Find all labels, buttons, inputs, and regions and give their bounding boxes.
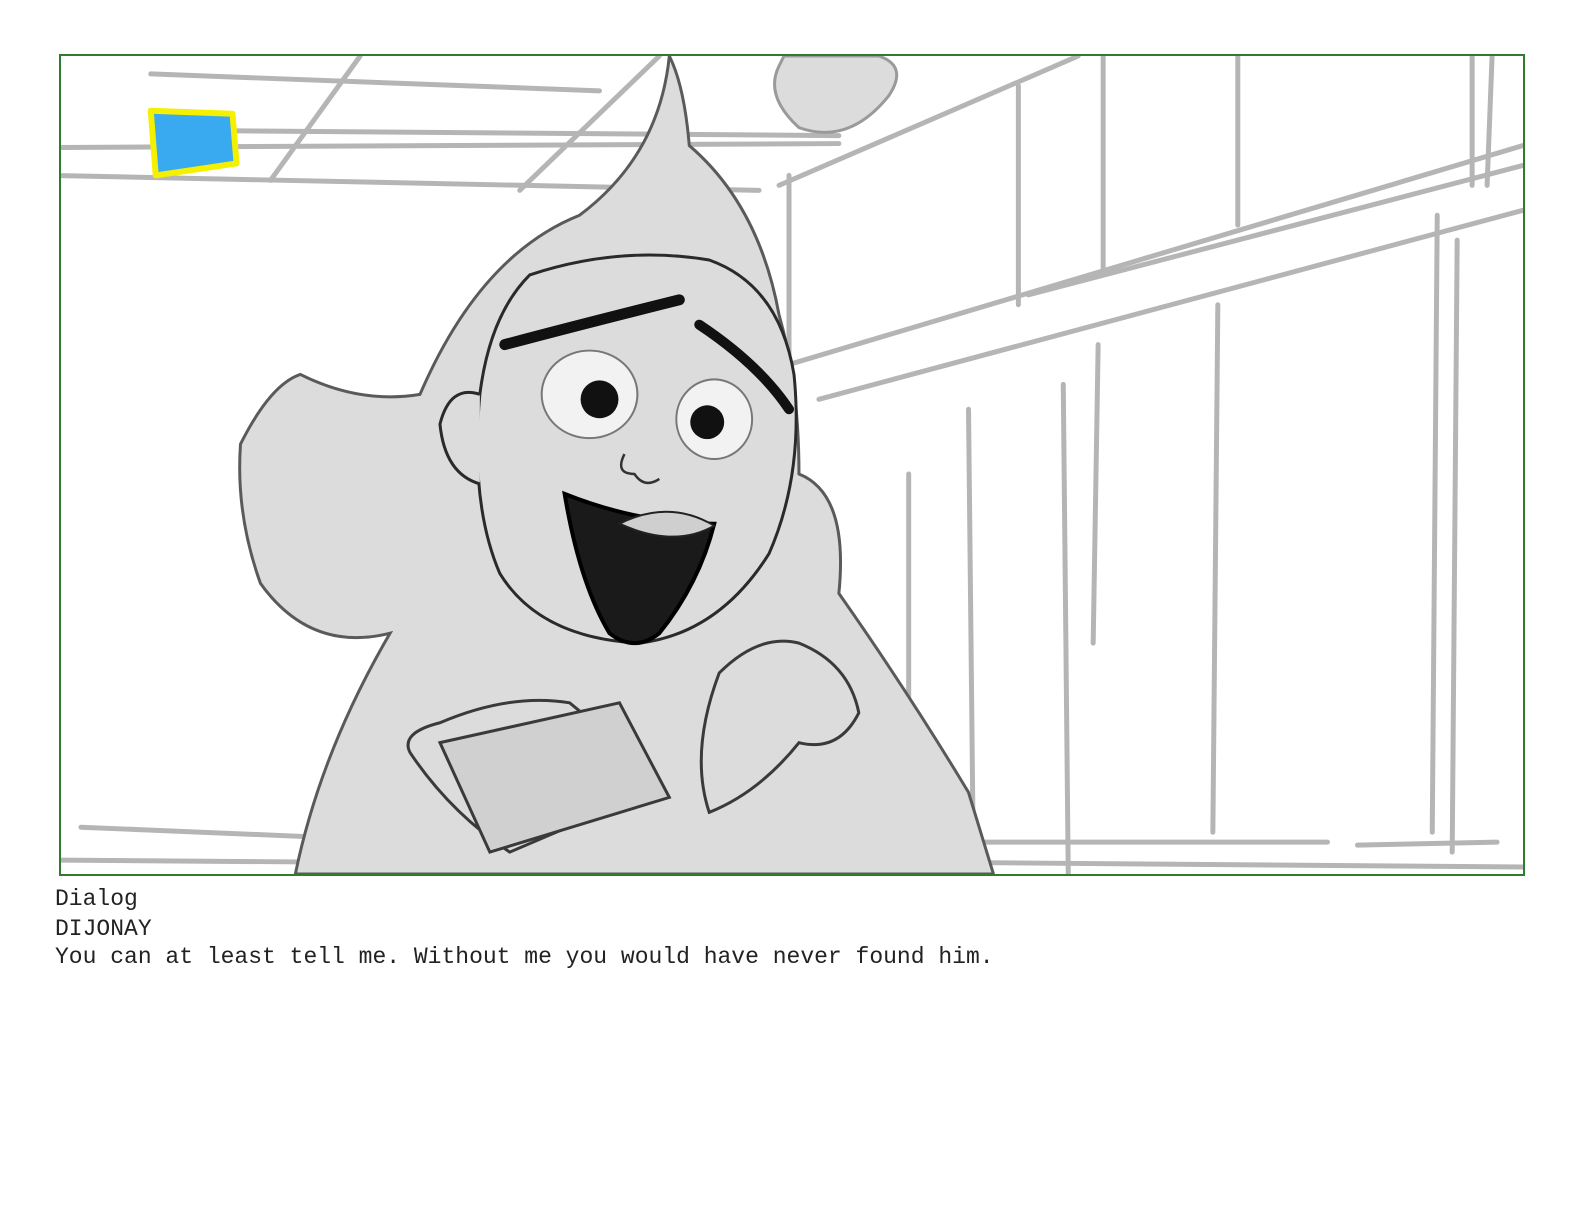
storyboard-panel [59, 54, 1525, 876]
dialog-heading: Dialog [55, 886, 138, 912]
dialog-character-name: DIJONAY [55, 916, 152, 942]
dialog-line: You can at least tell me. Without me you… [55, 944, 994, 970]
storyboard-sketch-image [61, 56, 1523, 874]
dialog-block: Dialog DIJONAY You can at least tell me.… [55, 884, 1525, 972]
